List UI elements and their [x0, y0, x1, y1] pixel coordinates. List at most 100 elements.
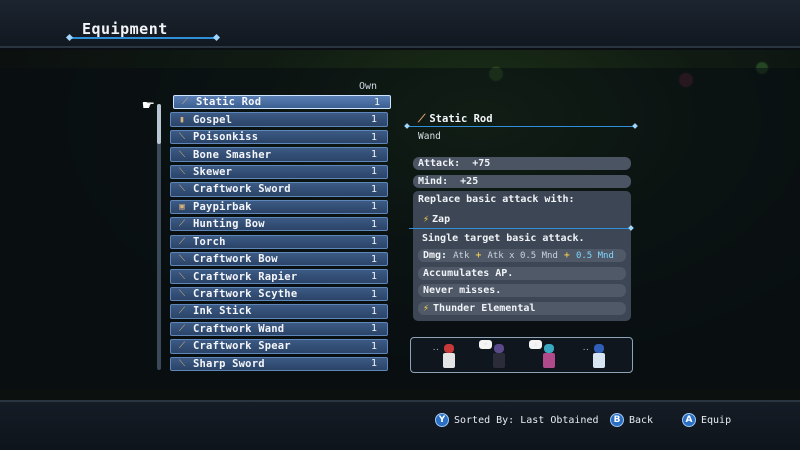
torch-icon: ⟋ — [178, 236, 186, 247]
page-title: Equipment — [82, 20, 168, 38]
y-button-icon: Y — [435, 413, 449, 427]
item-count: 1 — [371, 218, 378, 230]
pointing-hand-cursor-icon: ☛ — [142, 98, 155, 114]
sprite-body — [543, 353, 555, 368]
list-item[interactable]: ⟋ Ink Stick 1 — [170, 304, 388, 319]
mind-label: Mind: — [418, 176, 449, 187]
title-underline — [70, 37, 216, 39]
list-item[interactable]: ⟍ Skewer 1 — [170, 164, 388, 180]
sprite-head — [594, 344, 604, 353]
sword-icon: ⟍ — [178, 358, 186, 369]
item-name: Craftwork Scythe — [193, 288, 298, 300]
item-name: Paypirbak — [193, 200, 252, 213]
party-preview: ·· ❤ ▲ ·· — [410, 337, 633, 373]
item-name: Craftwork Bow — [193, 253, 278, 266]
mind-stat: Mind: +25 — [413, 175, 631, 188]
list-item[interactable]: ⟍ Craftwork Rapier 1 — [170, 269, 388, 284]
idle-dots-icon: ·· — [432, 346, 440, 354]
header-bar: Equipment — [0, 0, 800, 48]
item-count: 1 — [374, 96, 381, 108]
club-icon: ⟍ — [178, 149, 186, 160]
list-item[interactable]: ⟋ Craftwork Spear 1 — [170, 339, 388, 354]
a-button-icon: A — [682, 413, 696, 427]
sort-prompt[interactable]: Y Sorted By: Last Obtained — [435, 413, 599, 427]
item-count: 1 — [371, 131, 378, 143]
spear-icon: ⟋ — [178, 341, 186, 352]
sprite-head — [444, 344, 454, 353]
list-item[interactable]: ⟍ Bone Smasher 1 — [170, 147, 388, 162]
item-name: Craftwork Sword — [193, 183, 291, 196]
sprite-head — [494, 344, 504, 353]
item-count: 1 — [371, 236, 378, 248]
item-name: Craftwork Rapier — [193, 270, 298, 283]
equipment-list: ⟋ Static Rod 1 ▮ Gospel 1 ⟍ Poisonkiss 1 ⟍ Bone Sm… — [170, 95, 391, 374]
sprite-head — [544, 344, 554, 353]
own-column-header: Own — [359, 81, 378, 92]
list-item[interactable]: ⟋ Torch 1 — [170, 234, 388, 249]
party-member-sprite: ❤ — [479, 340, 507, 370]
skill-description: Single target basic attack. — [422, 233, 585, 244]
list-item[interactable]: ⟋ Static Rod 1 — [173, 95, 391, 110]
damage-atk: Atk — [453, 251, 470, 261]
item-name: Torch — [193, 235, 226, 248]
list-item[interactable]: ⟍ Craftwork Bow 1 — [170, 251, 388, 267]
list-item[interactable]: ⟋ Hunting Bow 1 — [170, 217, 388, 232]
item-count: 1 — [371, 323, 378, 335]
list-item[interactable]: ▮ Gospel 1 — [170, 112, 388, 127]
bow-icon: ⟋ — [178, 219, 186, 230]
detail-item-type: Wand — [418, 131, 441, 142]
sort-label: Sorted By: Last Obtained — [454, 414, 599, 426]
list-item[interactable]: ⟍ Craftwork Scythe 1 — [170, 286, 388, 302]
item-name: Hunting Bow — [193, 218, 265, 231]
skill-accuracy-note: Never misses. — [418, 284, 626, 297]
rod-icon: ⟋ — [181, 97, 189, 108]
item-name: Craftwork Wand — [193, 322, 285, 335]
item-count: 1 — [371, 340, 378, 352]
item-count: 1 — [371, 288, 378, 300]
item-count: 1 — [371, 166, 378, 178]
item-count: 1 — [371, 253, 378, 265]
skill-name-text: Zap — [432, 214, 451, 225]
item-name: Sharp Sword — [193, 357, 265, 370]
scythe-icon: ⟍ — [178, 289, 186, 299]
item-name: Craftwork Spear — [193, 340, 291, 353]
rod-icon: ⟋ — [418, 113, 426, 125]
equip-prompt[interactable]: A Equip — [682, 413, 731, 427]
list-item[interactable]: ⟍ Sharp Sword 1 — [170, 356, 388, 371]
item-count: 1 — [371, 305, 378, 317]
emote-bubble-icon: ❤ — [479, 340, 492, 349]
emote-bubble-icon: ▲ — [529, 340, 542, 349]
item-count: 1 — [371, 358, 378, 370]
list-scrollbar[interactable] — [157, 104, 161, 370]
damage-label: Dmg: — [423, 250, 448, 261]
item-count: 1 — [371, 271, 378, 283]
skill-name: ⚡ Zap — [423, 214, 450, 225]
item-count: 1 — [371, 183, 378, 195]
rapier-icon: ⟍ — [178, 271, 186, 282]
scrollbar-thumb[interactable] — [157, 104, 161, 144]
skill-panel: Replace basic attack with: ⚡ Zap Single t… — [409, 191, 631, 321]
damage-formula: Dmg: Atk + Atk x 0.5 Mnd + 0.5 Mnd — [418, 249, 626, 262]
detail-item-name: ⟋ Static Rod — [418, 113, 493, 126]
zap-icon: ⚡ — [423, 214, 430, 225]
back-prompt[interactable]: B Back — [610, 413, 653, 427]
sprite-body — [593, 353, 605, 368]
list-item[interactable]: ▣ Paypirbak 1 — [170, 199, 388, 215]
spear-icon: ⟍ — [178, 166, 186, 177]
plus-sign: + — [557, 250, 576, 261]
idle-dots-icon: ·· — [582, 346, 590, 354]
menu-overlay — [0, 68, 800, 390]
item-count: 1 — [371, 201, 378, 213]
list-item[interactable]: ⟍ Craftwork Sword 1 — [170, 182, 388, 197]
list-item[interactable]: ⟍ Poisonkiss 1 — [170, 129, 388, 145]
sprite-body — [493, 353, 505, 368]
attack-stat: Attack: +75 — [413, 157, 631, 170]
book-icon: ▣ — [179, 201, 185, 212]
party-member-sprite: ·· — [432, 344, 457, 370]
party-member-sprite: ▲ — [529, 340, 557, 370]
item-name: Gospel — [193, 113, 233, 126]
damage-atk-scaled: Atk x 0.5 Mnd — [487, 251, 558, 261]
list-item[interactable]: ⟋ Craftwork Wand 1 — [170, 321, 388, 337]
skill-element: ⚡ Thunder Elemental — [418, 302, 626, 315]
b-button-icon: B — [610, 413, 624, 427]
